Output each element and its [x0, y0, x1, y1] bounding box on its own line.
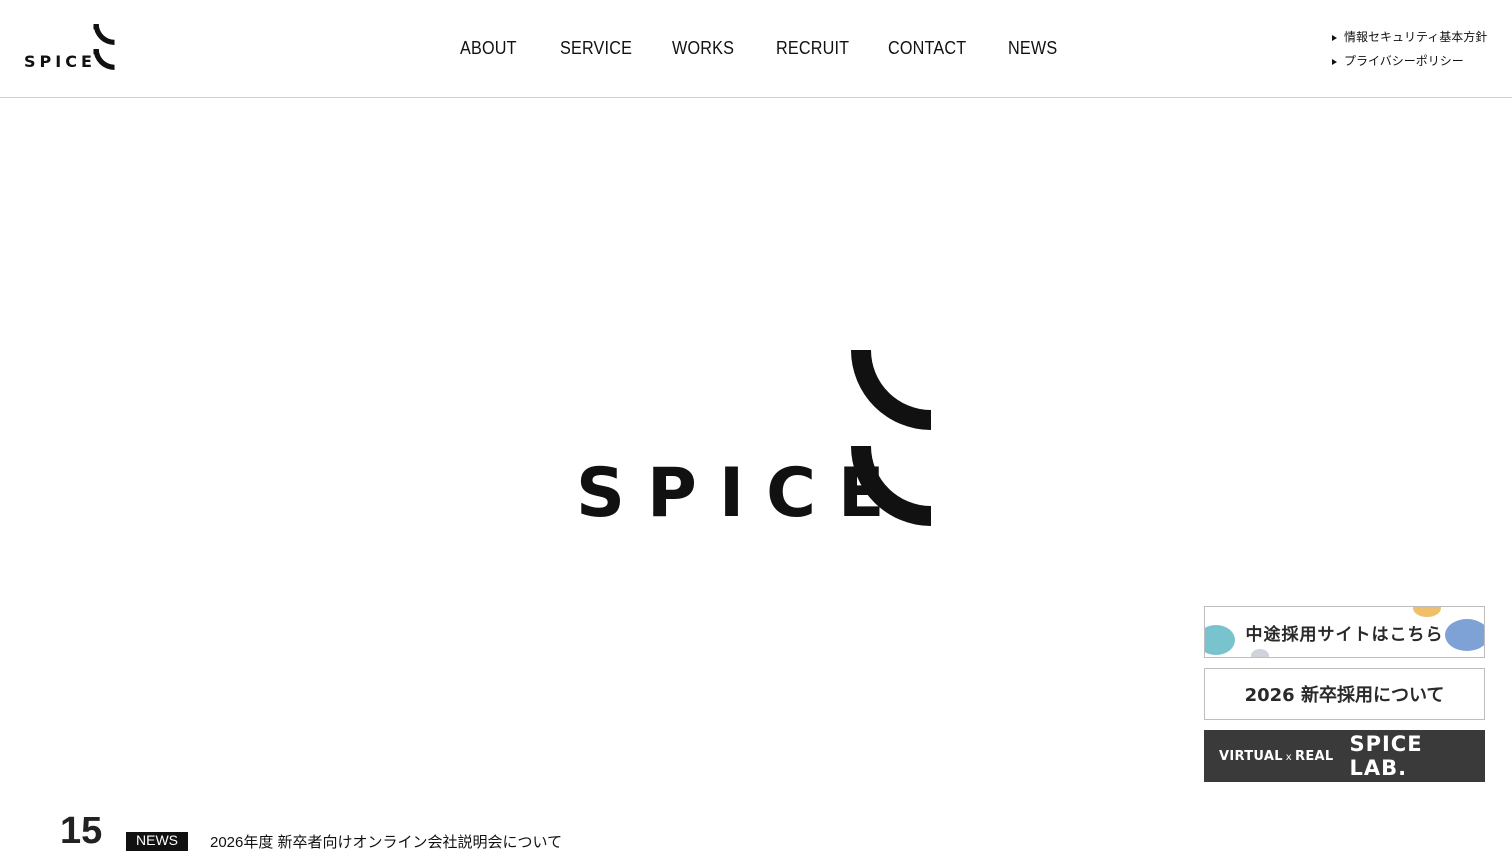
news-category-badge: NEWS: [126, 832, 188, 851]
news-date-day: 15: [60, 810, 103, 852]
decor-blob-teal: [1205, 625, 1235, 655]
spice-lab-tagline: VIRTUAL x REAL: [1219, 749, 1333, 764]
newgrad-recruit-banner[interactable]: 2026 新卒採用について: [1204, 668, 1485, 720]
security-policy-link[interactable]: 情報セキュリティ基本方針: [1332, 28, 1487, 45]
hero-logo: SPICE: [576, 350, 936, 530]
nav-recruit[interactable]: RECRUIT: [776, 38, 849, 59]
site-header: SPICE ABOUT SERVICE WORKS RECRUIT CONTAC…: [0, 0, 1512, 98]
arrow-right-icon: [1332, 34, 1337, 41]
spice-lab-banner[interactable]: VIRTUAL x REAL SPICE LAB.: [1204, 730, 1485, 782]
security-policy-label: 情報セキュリティ基本方針: [1344, 30, 1488, 44]
tagline-x: x: [1285, 751, 1293, 763]
spice-lab-name: SPICE LAB.: [1349, 732, 1423, 780]
nav-contact[interactable]: CONTACT: [888, 38, 966, 59]
nav-service[interactable]: SERVICE: [560, 38, 632, 59]
privacy-policy-label: プライバシーポリシー: [1344, 54, 1464, 68]
nav-works[interactable]: WORKS: [672, 38, 734, 59]
policy-links: 情報セキュリティ基本方針 プライバシーポリシー: [1332, 28, 1487, 76]
decor-blob-grey: [1251, 649, 1269, 657]
nav-news[interactable]: NEWS: [1008, 38, 1057, 59]
decor-blob-orange: [1413, 607, 1441, 617]
news-title-link[interactable]: 2026年度 新卒者向けオンライン会社説明会について: [210, 831, 562, 852]
tagline-real: REAL: [1295, 748, 1334, 764]
nav-about[interactable]: ABOUT: [460, 38, 517, 59]
hero-logo-mark-icon: [851, 350, 931, 526]
decor-blob-blue: [1445, 619, 1484, 651]
arrow-right-icon: [1332, 58, 1337, 65]
midcareer-recruit-banner[interactable]: 中途採用サイトはこちら: [1204, 606, 1485, 658]
privacy-policy-link[interactable]: プライバシーポリシー: [1332, 52, 1487, 69]
tagline-virtual: VIRTUAL: [1219, 748, 1283, 764]
midcareer-recruit-label: 中途採用サイトはこちら: [1245, 624, 1444, 645]
newgrad-recruit-label: 2026 新卒採用について: [1244, 685, 1445, 706]
main-nav: ABOUT SERVICE WORKS RECRUIT CONTACT NEWS: [0, 0, 1512, 98]
